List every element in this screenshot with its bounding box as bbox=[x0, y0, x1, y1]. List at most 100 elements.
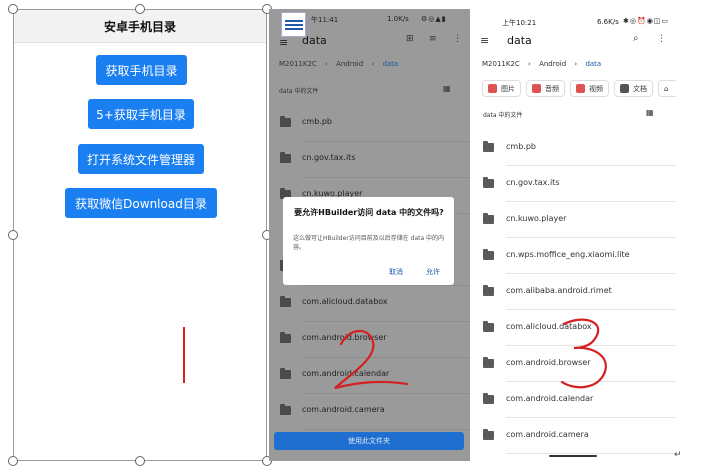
list-item[interactable]: com.android.camera bbox=[269, 394, 470, 430]
breadcrumb: M2011K2C › Android › data bbox=[279, 60, 399, 68]
more-vert-icon[interactable]: ⋮ bbox=[453, 34, 462, 44]
list-item[interactable]: com.alibaba.android.rimet bbox=[471, 274, 676, 310]
status-time: 上午10:21 bbox=[502, 19, 537, 27]
handwritten-number-3 bbox=[560, 318, 607, 389]
chip-label: 视频 bbox=[589, 84, 603, 93]
folder-icon bbox=[483, 141, 494, 152]
file-name: cn.gov.tax.its bbox=[302, 153, 356, 162]
list-item[interactable]: com.android.camera bbox=[471, 418, 676, 454]
folder-icon bbox=[483, 177, 494, 188]
section-label: data 中的文件 bbox=[483, 112, 523, 119]
folder-icon bbox=[483, 429, 494, 440]
toolbar-title: data bbox=[302, 34, 327, 47]
list-item[interactable]: cmb.pb bbox=[471, 130, 676, 166]
chip-audio[interactable]: 音频 bbox=[526, 80, 565, 97]
chip-images[interactable]: 图片 bbox=[482, 80, 521, 97]
list-item[interactable]: cn.gov.tax.its bbox=[471, 166, 676, 202]
dialog-title: 要允许HBuilder访问 data 中的文件吗? bbox=[294, 208, 444, 217]
folder-icon bbox=[280, 404, 291, 415]
allow-button[interactable]: 允许 bbox=[426, 267, 440, 277]
cancel-button[interactable]: 取消 bbox=[389, 267, 403, 277]
resize-handle-l[interactable] bbox=[8, 230, 18, 240]
sort-icon[interactable]: ≡ bbox=[429, 34, 437, 44]
use-this-folder-button[interactable]: 使用此文件夹 bbox=[274, 432, 464, 450]
breadcrumb: M2011K2C › Android › data bbox=[482, 60, 602, 68]
status-icons: ⚙◎▲▮ bbox=[421, 15, 447, 23]
grid-view-icon[interactable]: ▦ bbox=[646, 108, 654, 117]
folder-icon bbox=[483, 285, 494, 296]
chip-label: 文档 bbox=[633, 84, 647, 93]
breadcrumb-item[interactable]: Android bbox=[539, 60, 566, 68]
folder-icon bbox=[280, 116, 291, 127]
menu-icon[interactable]: ≡ bbox=[480, 34, 489, 47]
page-title: 安卓手机目录 bbox=[14, 10, 266, 43]
list-item[interactable]: cn.kuwo.player bbox=[471, 202, 676, 238]
open-file-manager-button[interactable]: 打开系统文件管理器 bbox=[78, 144, 204, 174]
folder-icon bbox=[280, 368, 291, 379]
toolbar-title: data bbox=[507, 34, 532, 47]
breadcrumb-item[interactable]: Android bbox=[336, 60, 363, 68]
file-name: com.alibaba.android.rimet bbox=[506, 286, 612, 295]
get-phone-dir-button[interactable]: 获取手机目录 bbox=[96, 55, 187, 85]
folder-icon bbox=[483, 213, 494, 224]
file-name: com.alicloud.databox bbox=[302, 297, 388, 306]
file-name: com.android.camera bbox=[302, 405, 385, 414]
list-item[interactable]: cn.wps.moffice_eng.xiaomi.lite bbox=[471, 238, 676, 274]
folder-icon bbox=[483, 249, 494, 260]
handwritten-number-2 bbox=[334, 329, 409, 390]
resize-handle-tl[interactable] bbox=[8, 4, 18, 14]
folder-icon bbox=[280, 152, 291, 163]
file-name: cmb.pb bbox=[302, 117, 332, 126]
list-item[interactable]: cn.gov.tax.its bbox=[269, 142, 470, 178]
breadcrumb-item[interactable]: M2011K2C bbox=[279, 60, 317, 68]
chip-more[interactable]: ⌂ bbox=[658, 80, 676, 97]
app-mockup-panel: 安卓手机目录 获取手机目录 5+获取手机目录 打开系统文件管理器 获取微信Dow… bbox=[13, 9, 267, 461]
section-label: data 中的文件 bbox=[279, 88, 319, 95]
red-annotation-line bbox=[183, 327, 185, 383]
plus-get-phone-dir-button[interactable]: 5+获取手机目录 bbox=[88, 99, 194, 129]
menu-icon[interactable]: ≡ bbox=[279, 36, 288, 49]
folder-icon bbox=[483, 393, 494, 404]
gesture-bar bbox=[549, 455, 597, 457]
document-icon bbox=[620, 84, 629, 93]
resize-handle-t[interactable] bbox=[135, 4, 145, 14]
resize-handle-b[interactable] bbox=[135, 456, 145, 466]
audio-icon bbox=[532, 84, 541, 93]
file-name: cn.kuwo.player bbox=[506, 214, 567, 223]
more-vert-icon[interactable]: ⋮ bbox=[657, 34, 666, 44]
new-folder-icon[interactable]: ⊞ bbox=[406, 34, 414, 44]
chip-video[interactable]: 视频 bbox=[570, 80, 609, 97]
dialog-body: 这么做可让HBuilder访问目前及以后存储在 data 中的内容。 bbox=[293, 235, 445, 251]
status-network-speed: 6.6K/s bbox=[597, 18, 619, 26]
breadcrumb-current[interactable]: data bbox=[382, 60, 398, 68]
return-mark-icon: ↵ bbox=[674, 450, 682, 460]
list-item[interactable]: cmb.pb bbox=[269, 106, 470, 142]
file-picker-screenshot: 上午10:21 6.6K/s ✱◎⏰◉◫▭ ≡ data ⌕ ⋮ M2011K2… bbox=[471, 9, 676, 461]
folder-icon bbox=[483, 357, 494, 368]
status-icons: ✱◎⏰◉◫▭ bbox=[623, 17, 670, 25]
status-network-speed: 1.0K/s bbox=[387, 15, 409, 23]
chip-label: 音频 bbox=[545, 84, 559, 93]
chip-label: 图片 bbox=[501, 84, 515, 93]
permission-dialog: 要允许HBuilder访问 data 中的文件吗? 这么做可让HBuilder访… bbox=[283, 197, 454, 285]
file-name: com.android.camera bbox=[506, 430, 589, 439]
chip-documents[interactable]: 文档 bbox=[614, 80, 653, 97]
folder-icon bbox=[280, 296, 291, 307]
get-wechat-download-button[interactable]: 获取微信Download目录 bbox=[65, 188, 217, 218]
breadcrumb-current[interactable]: data bbox=[585, 60, 601, 68]
breadcrumb-item[interactable]: M2011K2C bbox=[482, 60, 520, 68]
folder-icon bbox=[280, 332, 291, 343]
grid-view-icon[interactable]: ▦ bbox=[443, 84, 451, 93]
file-name: cn.gov.tax.its bbox=[506, 178, 560, 187]
file-name: cmb.pb bbox=[506, 142, 536, 151]
resize-handle-bl[interactable] bbox=[8, 456, 18, 466]
file-name: cn.wps.moffice_eng.xiaomi.lite bbox=[506, 250, 630, 259]
image-icon bbox=[488, 84, 497, 93]
list-item[interactable]: com.alicloud.databox bbox=[269, 286, 470, 322]
file-picker-permission-screenshot: 午11:41 1.0K/s ⚙◎▲▮ ≡ data ⊞ ≡ ⋮ M2011K2C… bbox=[269, 9, 470, 461]
file-name: com.android.calendar bbox=[506, 394, 594, 403]
video-icon bbox=[576, 84, 585, 93]
tag-icon: ⌂ bbox=[664, 84, 669, 93]
status-time: 午11:41 bbox=[311, 16, 339, 24]
search-icon[interactable]: ⌕ bbox=[633, 33, 639, 44]
